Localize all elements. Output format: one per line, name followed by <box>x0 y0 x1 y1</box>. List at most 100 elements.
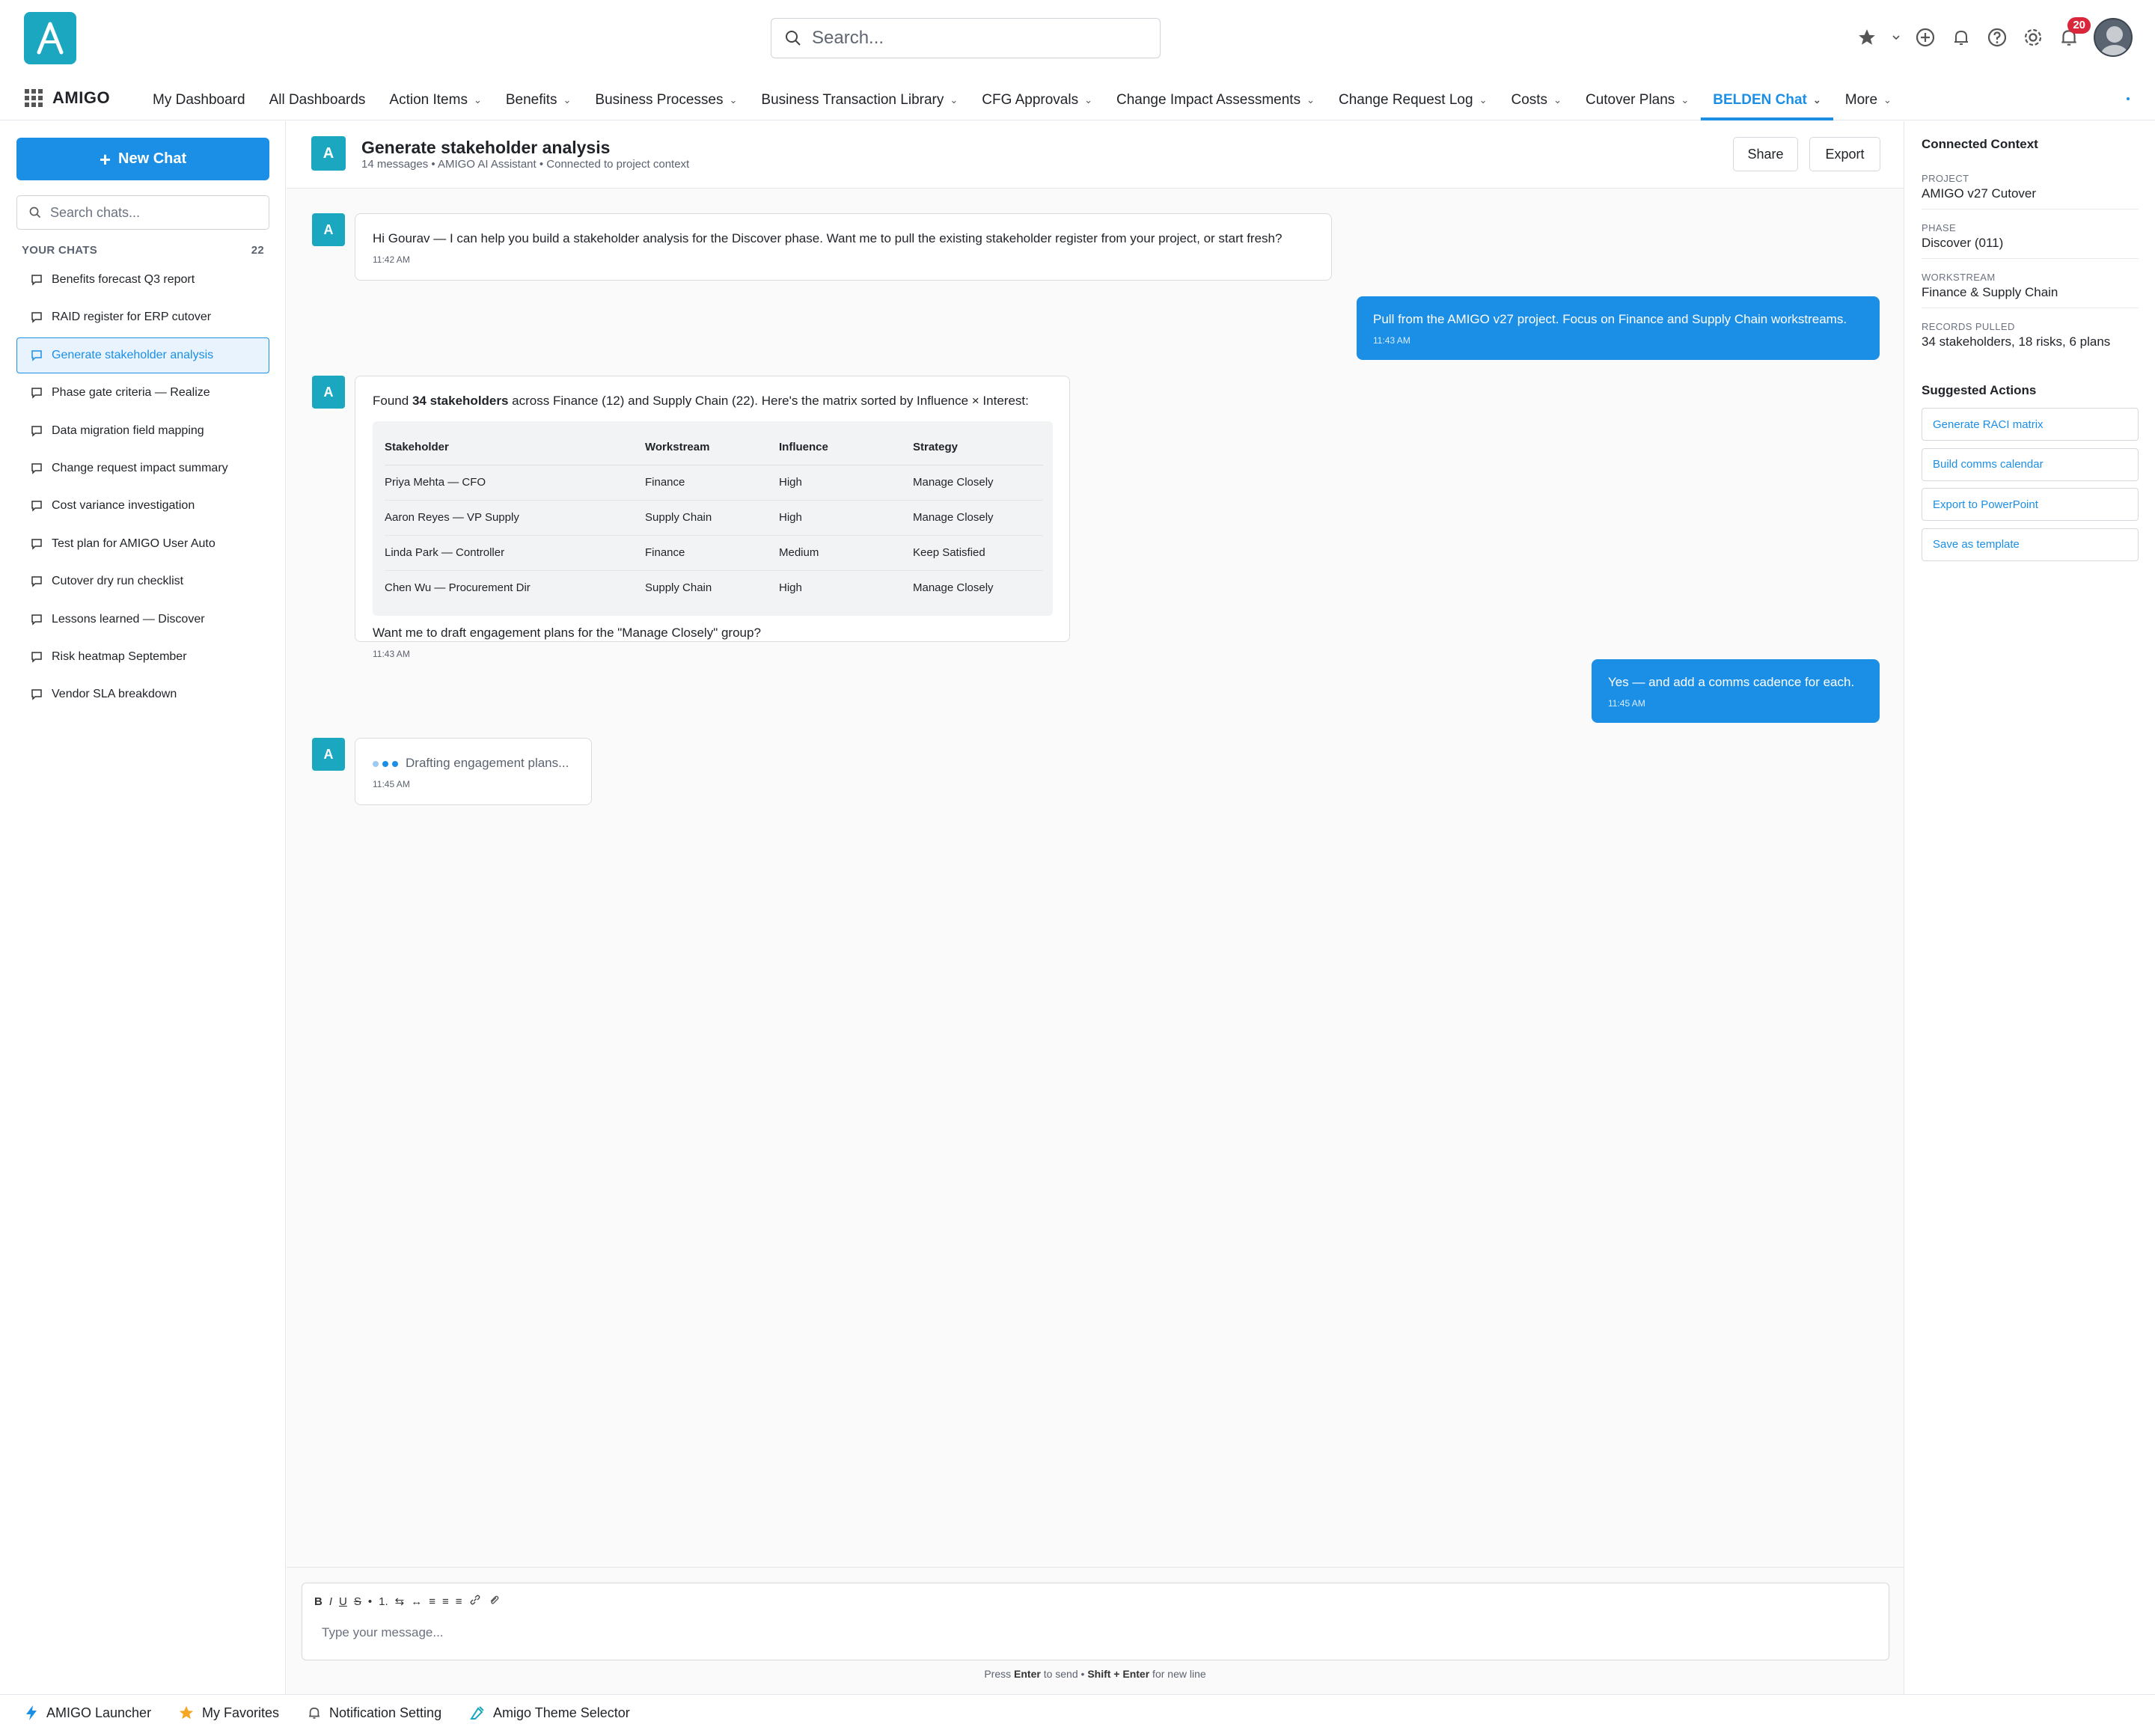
context-field-records-pulled: RECORDS PULLED 34 stakeholders, 18 risks,… <box>1922 321 2139 357</box>
attachment-icon[interactable] <box>488 1594 500 1609</box>
context-panel <box>1904 121 2155 1694</box>
nav-item-label: Costs <box>1511 91 1548 108</box>
footer-amigo-launcher[interactable]: AMIGO Launcher <box>24 1705 151 1721</box>
footer-label: My Favorites <box>202 1705 280 1720</box>
context-field-value: Discover (011) <box>1922 236 2004 250</box>
chat-subtitle: 14 messages • AMIGO AI Assistant • Conne… <box>361 158 690 171</box>
chat-list-item[interactable]: Data migration field mapping <box>16 413 269 449</box>
nav-item-change-request-log[interactable]: Change Request Log ⌄ <box>1327 79 1500 120</box>
chat-list-item[interactable]: Risk heatmap September <box>16 639 269 675</box>
footer-label: Amigo Theme Selector <box>493 1705 630 1720</box>
nav-item-change-impact-assessments[interactable]: Change Impact Assessments ⌄ <box>1104 79 1327 120</box>
nav-item-costs[interactable]: Costs ⌄ <box>1499 79 1573 120</box>
search-icon <box>786 31 801 46</box>
app-grid-icon[interactable] <box>24 88 43 111</box>
table-cell: Supply Chain <box>645 500 779 536</box>
message-input[interactable]: Type your message... <box>322 1625 444 1640</box>
assistant-avatar: A <box>312 213 345 246</box>
outdent-button[interactable]: ↔ <box>411 1595 422 1608</box>
export-button[interactable]: Export <box>1809 137 1880 171</box>
chat-list-item[interactable]: Change request impact summary <box>16 450 269 486</box>
chat-list-item[interactable]: Test plan for AMIGO User Auto <box>16 526 269 562</box>
underline-button[interactable]: U <box>339 1595 347 1608</box>
chat-list-item[interactable]: RAID register for ERP cutover <box>16 299 269 335</box>
action-build-comms-calendar-button[interactable]: Build comms calendar <box>1922 447 2139 481</box>
table-cell: Medium <box>779 535 913 571</box>
bell-outline-icon[interactable] <box>1950 26 1972 49</box>
nav-item-more[interactable]: More ⌄ <box>1833 79 1904 120</box>
nav-item-action-items[interactable]: Action Items ⌄ <box>377 79 493 120</box>
star-icon[interactable] <box>1856 26 1878 49</box>
message-time: 11:45 AM <box>373 779 410 789</box>
chat-bubble-icon <box>31 312 42 324</box>
app-logo[interactable] <box>24 12 76 64</box>
nav-item-label: My Dashboard <box>153 91 245 108</box>
footer-my-favorites[interactable]: My Favorites <box>178 1705 279 1721</box>
link-icon[interactable] <box>469 1594 481 1609</box>
bullet-list-button[interactable]: • <box>368 1595 372 1608</box>
chat-list-item[interactable]: Cost variance investigation <box>16 488 269 524</box>
chat-list-item[interactable]: Lessons learned — Discover <box>16 602 269 638</box>
context-field-label: PHASE <box>1922 222 1957 233</box>
chat-title: Risk heatmap September <box>52 650 187 663</box>
chevron-down-icon: ⌄ <box>1681 94 1690 106</box>
action-save-as-template-button[interactable]: Save as template <box>1922 528 2139 561</box>
footer-theme-selector[interactable]: Amigo Theme Selector <box>469 1705 630 1721</box>
user-avatar[interactable] <box>2094 18 2133 57</box>
align-right-button[interactable]: ≡ <box>456 1595 462 1608</box>
message-time: 11:42 AM <box>373 254 410 265</box>
chat-search-input[interactable]: Search chats... <box>16 195 269 230</box>
nav-item-benefits[interactable]: Benefits ⌄ <box>494 79 584 120</box>
indent-button[interactable]: ⇆ <box>395 1595 405 1608</box>
table-row: Linda Park — Controller Finance Medium Keep… <box>385 535 1043 571</box>
chat-list-item[interactable]: Phase gate criteria — Realize <box>16 375 269 411</box>
nav-indicator-dot <box>2127 97 2130 100</box>
assistant-typing-message: Drafting engagement plans... 11:45 AM <box>355 738 592 805</box>
plus-circle-icon[interactable] <box>1914 26 1937 49</box>
bolt-icon <box>26 1705 37 1720</box>
strike-button[interactable]: S <box>354 1595 361 1608</box>
message-composer[interactable] <box>302 1583 1889 1660</box>
chat-title: Test plan for AMIGO User Auto <box>52 537 216 550</box>
context-panel-title: Connected Context <box>1922 137 2038 151</box>
table-cell: Manage Closely <box>913 500 1043 536</box>
footer-notification-setting[interactable]: Notification Setting <box>307 1705 441 1721</box>
chat-list-item[interactable]: Benefits forecast Q3 report <box>16 262 269 298</box>
table-header: Stakeholder <box>385 430 645 465</box>
context-field-project: PROJECT AMIGO v27 Cutover <box>1922 173 2139 210</box>
nav-item-cutover-plans[interactable]: Cutover Plans ⌄ <box>1574 79 1701 120</box>
notifications-icon[interactable]: 20 <box>2058 17 2091 49</box>
help-icon[interactable] <box>1986 26 2008 49</box>
action-generate-raci-matrix-button[interactable]: Generate RACI matrix <box>1922 408 2139 441</box>
settings-icon[interactable] <box>2022 26 2044 49</box>
nav-item-business-transaction-library[interactable]: Business Transaction Library ⌄ <box>749 79 970 120</box>
table-cell: Linda Park — Controller <box>385 535 645 571</box>
chat-bubble-icon <box>31 425 42 437</box>
share-button[interactable]: Share <box>1733 137 1798 171</box>
nav-item-belden-chat[interactable]: BELDEN Chat ⌄ <box>1701 79 1833 120</box>
nav-item-my-dashboard[interactable]: My Dashboard <box>141 79 257 120</box>
search-placeholder: Search... <box>812 28 884 48</box>
search-icon <box>29 207 41 218</box>
bold-button[interactable]: B <box>314 1595 323 1608</box>
nav-item-all-dashboards[interactable]: All Dashboards <box>257 79 378 120</box>
table-header: Workstream <box>645 430 779 465</box>
numbered-list-button[interactable]: 1. <box>379 1595 388 1608</box>
chevron-down-icon[interactable] <box>1892 26 1901 49</box>
chat-list-item[interactable]: Cutover dry run checklist <box>16 563 269 599</box>
nav-item-business-processes[interactable]: Business Processes ⌄ <box>583 79 749 120</box>
star-icon <box>179 1705 194 1720</box>
italic-button[interactable]: I <box>329 1595 332 1608</box>
new-chat-button[interactable]: + New Chat <box>16 138 269 180</box>
action-export-to-powerpoint-button[interactable]: Export to PowerPoint <box>1922 488 2139 521</box>
nav-item-cfg-approvals[interactable]: CFG Approvals ⌄ <box>970 79 1104 120</box>
chat-list-item[interactable]: Vendor SLA breakdown <box>16 676 269 712</box>
stakeholder-table-container: Stakeholder Workstream Influence Strategy P… <box>373 421 1053 616</box>
global-search-input[interactable]: Search... <box>771 18 1161 58</box>
table-cell: Priya Mehta — CFO <box>385 465 645 501</box>
align-left-button[interactable]: ≡ <box>429 1595 435 1608</box>
table-row: Chen Wu — Procurement Dir Supply Chain Hig… <box>385 571 1043 606</box>
table-row: Aaron Reyes — VP Supply Supply Chain High M… <box>385 500 1043 536</box>
align-center-button[interactable]: ≡ <box>442 1595 449 1608</box>
chat-list-item[interactable]: Generate stakeholder analysis <box>16 337 269 373</box>
